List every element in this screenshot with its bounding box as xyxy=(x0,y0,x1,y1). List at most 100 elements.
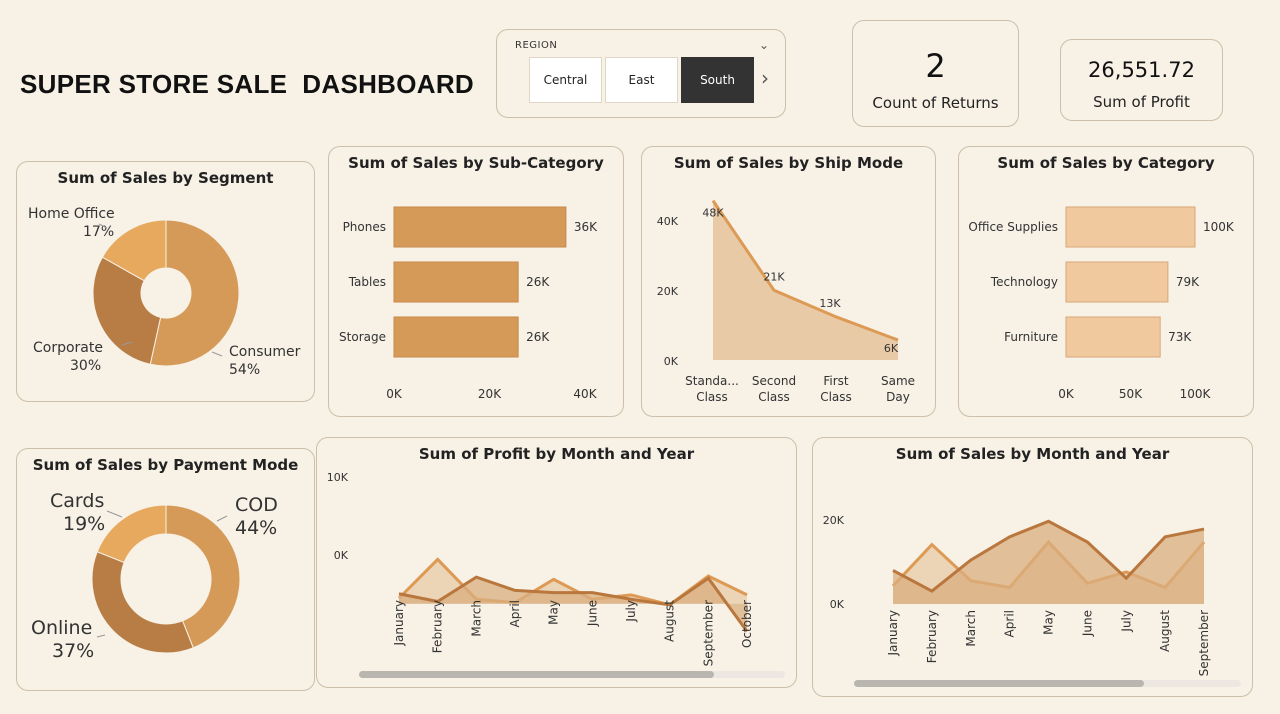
slice-value-label: 30% xyxy=(70,358,101,374)
x-tick-label: May xyxy=(547,600,561,625)
x-tick-label: October xyxy=(740,600,754,648)
scrollbar-thumb[interactable] xyxy=(854,680,1144,687)
dashboard-title: SUPER STORE SALE DASHBOARD xyxy=(20,69,475,99)
slicer-option-south[interactable]: South xyxy=(681,57,754,103)
scrollbar-thumb[interactable] xyxy=(359,671,714,678)
x-tick-label: 50K xyxy=(1119,387,1143,401)
chevron-right-icon[interactable]: › xyxy=(761,66,769,90)
leader-line xyxy=(106,510,123,518)
horizontal-scrollbar[interactable] xyxy=(359,671,785,678)
kpi-profit-label: Sum of Profit xyxy=(1093,93,1190,111)
kpi-returns-label: Count of Returns xyxy=(872,94,999,112)
sales-month-chart-card: Sum of Sales by Month and Year 0K 20K Janu… xyxy=(812,437,1253,697)
data-label: 100K xyxy=(1203,220,1235,234)
x-tick-label: Class xyxy=(820,390,852,404)
slice-label: COD xyxy=(235,494,278,516)
y-tick-label: 10K xyxy=(327,471,349,484)
x-tick-label: August xyxy=(1158,610,1172,652)
payment-chart: COD44% Online37% Cards19% xyxy=(31,490,278,662)
category-label: Phones xyxy=(343,220,386,234)
data-label: 13K xyxy=(819,297,841,310)
category-label: Technology xyxy=(990,275,1058,289)
slicer-option-east[interactable]: East xyxy=(605,57,678,103)
kpi-returns-card: 2 Count of Returns xyxy=(852,20,1019,127)
bar xyxy=(1065,206,1196,248)
x-tick-label: February xyxy=(925,610,939,663)
data-label: 36K xyxy=(574,220,598,234)
data-label: 73K xyxy=(1168,330,1192,344)
kpi-profit-card: 26,551.72 Sum of Profit xyxy=(1060,39,1223,121)
x-tick-label: 100K xyxy=(1180,387,1212,401)
horizontal-scrollbar[interactable] xyxy=(854,680,1241,687)
segment-chart-card: Sum of Sales by Segment Consumer 54% Corpo… xyxy=(16,161,315,402)
category-label: Storage xyxy=(339,330,386,344)
bar xyxy=(393,261,519,303)
x-tick-label: September xyxy=(1197,610,1211,676)
x-tick-label: January xyxy=(392,600,406,647)
x-tick-label: July xyxy=(1119,610,1133,633)
pie-slice xyxy=(91,551,194,654)
x-tick-label: July xyxy=(624,600,638,623)
x-tick-label: Day xyxy=(886,390,910,404)
category-chart: Office Supplies 100K Technology 79K Furnitur… xyxy=(968,206,1235,401)
region-slicer: REGION ⌄ Central East South › xyxy=(496,29,786,118)
x-tick-label: First xyxy=(823,374,849,388)
x-tick-label: June xyxy=(585,600,599,627)
chevron-down-icon[interactable]: ⌄ xyxy=(759,38,769,52)
y-tick-label: 0K xyxy=(664,355,679,368)
data-label: 26K xyxy=(526,330,550,344)
shipmode-chart-card: Sum of Sales by Ship Mode 48K 21K 13K 6K 0K 2… xyxy=(641,146,936,417)
pie-slice xyxy=(96,504,167,564)
slice-value-label: 54% xyxy=(229,362,260,378)
leader-line xyxy=(211,351,223,357)
x-tick-label: Standa... xyxy=(685,374,739,388)
category-chart-card: Sum of Sales by Category Office Supplies… xyxy=(958,146,1254,417)
data-label: 79K xyxy=(1176,275,1200,289)
x-tick-label: Class xyxy=(758,390,790,404)
x-tick-label: Same xyxy=(881,374,915,388)
slicer-option-central[interactable]: Central xyxy=(529,57,602,103)
x-tick-label: 0K xyxy=(386,387,403,401)
subcategory-chart: Phones 36K Tables 26K Storage 26K 0K 20K 40K xyxy=(339,206,598,401)
category-label: Furniture xyxy=(1004,330,1058,344)
kpi-returns-value: 2 xyxy=(925,47,946,85)
kpi-profit-value: 26,551.72 xyxy=(1088,58,1195,82)
slice-label: Consumer xyxy=(229,344,301,360)
bar xyxy=(393,316,519,358)
bar xyxy=(1065,316,1161,358)
x-tick-label: August xyxy=(663,600,677,642)
area-fill xyxy=(713,200,898,360)
bar xyxy=(393,206,567,248)
x-tick-label: 40K xyxy=(573,387,597,401)
category-label: Tables xyxy=(348,275,386,289)
data-label: 26K xyxy=(526,275,550,289)
slice-value-label: 37% xyxy=(52,640,94,662)
subcategory-chart-card: Sum of Sales by Sub-Category Phones 36K Ta… xyxy=(328,146,624,417)
category-label: Office Supplies xyxy=(968,220,1058,234)
y-tick-label: 20K xyxy=(657,285,679,298)
data-label: 48K xyxy=(702,207,724,220)
x-tick-label: September xyxy=(701,600,715,666)
payment-chart-card: Sum of Sales by Payment Mode COD 44% Onlin… xyxy=(16,448,315,691)
profit-month-chart-card: Sum of Profit by Month and Year 0K 10K Jan… xyxy=(316,437,797,688)
x-tick-label: 20K xyxy=(478,387,502,401)
profit-month-chart: 0K 10K January February March April May June Jul… xyxy=(327,471,754,666)
shipmode-chart: 48K 21K 13K 6K 0K 20K 40K Standa... Class Second C… xyxy=(657,199,915,404)
x-tick-label: April xyxy=(508,600,522,627)
bar xyxy=(1065,261,1169,303)
x-tick-label: January xyxy=(886,610,900,657)
x-tick-label: April xyxy=(1003,610,1017,637)
y-tick-label: 0K xyxy=(334,549,349,562)
leader-line xyxy=(216,515,228,522)
x-tick-label: 0K xyxy=(1058,387,1075,401)
y-tick-label: 0K xyxy=(830,598,845,611)
x-tick-label: March xyxy=(964,610,978,647)
x-tick-label: Second xyxy=(752,374,796,388)
x-tick-label: June xyxy=(1080,610,1094,637)
slicer-title: REGION xyxy=(515,40,558,51)
data-label: 6K xyxy=(884,342,899,355)
x-tick-label: February xyxy=(431,600,445,653)
slice-label: Online xyxy=(31,617,92,639)
leader-line xyxy=(96,634,106,638)
sales-month-chart: 0K 20K January February March April May June Jul… xyxy=(823,514,1211,676)
